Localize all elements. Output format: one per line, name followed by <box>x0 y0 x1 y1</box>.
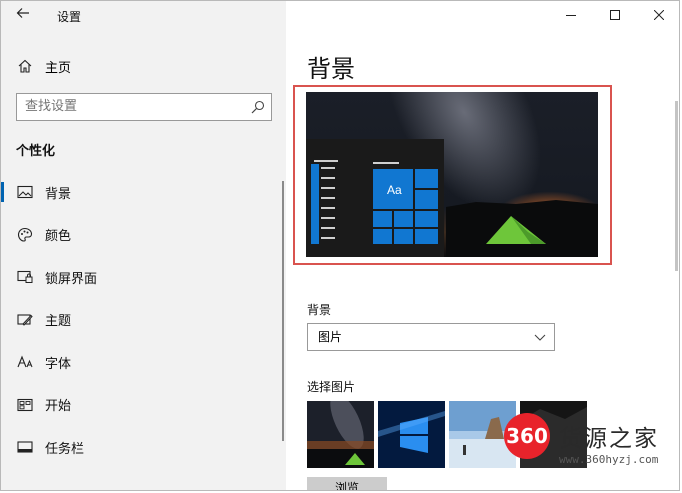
sidebar-item-label: 背景 <box>45 186 72 202</box>
close-button[interactable] <box>637 1 679 29</box>
theme-icon <box>17 312 33 328</box>
sidebar-item-color[interactable]: 颜色 <box>1 214 286 257</box>
search-box[interactable] <box>16 93 272 121</box>
maximize-icon <box>610 10 620 20</box>
nav-list: 背景 颜色 锁屏界面 主题 字体 开始 任务栏 <box>1 171 286 469</box>
sidebar: 设置 主页 个性化 背景 颜色 <box>1 1 286 490</box>
lock-screen-icon <box>17 269 33 285</box>
minimize-button[interactable] <box>549 1 593 29</box>
back-button[interactable] <box>11 5 35 25</box>
sidebar-item-label: 字体 <box>45 356 72 372</box>
watermark: 360 货源之家 www.360hyzj.com <box>499 413 679 469</box>
search-icon[interactable] <box>251 100 265 114</box>
thumbnail-galaxy-tent[interactable] <box>307 401 374 468</box>
main-scrollbar[interactable] <box>675 101 678 271</box>
palette-icon <box>17 227 33 243</box>
dropdown-value: 图片 <box>318 330 343 344</box>
sidebar-item-label: 颜色 <box>45 229 72 245</box>
taskbar-icon <box>17 439 33 455</box>
window-controls <box>549 1 679 29</box>
settings-window: 设置 主页 个性化 背景 颜色 <box>0 0 680 491</box>
home-label: 主页 <box>45 60 72 76</box>
choose-picture-label: 选择图片 <box>307 380 356 394</box>
chevron-down-icon <box>534 334 546 341</box>
maximize-button[interactable] <box>593 1 637 29</box>
sidebar-item-start[interactable]: 开始 <box>1 384 286 427</box>
sidebar-item-label: 任务栏 <box>45 441 85 457</box>
page-title: 背景 <box>307 55 355 83</box>
sidebar-item-taskbar[interactable]: 任务栏 <box>1 426 286 469</box>
sidebar-item-lock-screen[interactable]: 锁屏界面 <box>1 256 286 299</box>
home-nav-item[interactable]: 主页 <box>17 56 71 76</box>
preview-image: Aa <box>306 92 598 257</box>
back-arrow-icon <box>16 8 29 18</box>
section-title: 个性化 <box>16 144 56 159</box>
browse-button[interactable]: 浏览 <box>307 477 387 490</box>
start-icon <box>17 397 33 413</box>
preview-tile-text: Aa <box>387 183 402 197</box>
sidebar-item-background[interactable]: 背景 <box>1 171 286 214</box>
watermark-url: www.360hyzj.com <box>559 453 659 466</box>
watermark-logo: 360 <box>504 413 550 459</box>
sidebar-item-theme[interactable]: 主题 <box>1 299 286 342</box>
background-type-dropdown[interactable]: 图片 <box>307 323 555 351</box>
app-title: 设置 <box>57 10 82 24</box>
sidebar-item-font[interactable]: 字体 <box>1 341 286 384</box>
background-preview: Aa <box>306 92 598 257</box>
sidebar-item-label: 锁屏界面 <box>45 271 98 287</box>
thumbnail-windows-10-blue[interactable] <box>378 401 445 468</box>
sidebar-item-label: 主题 <box>45 314 72 330</box>
sidebar-scrollbar[interactable] <box>282 181 284 441</box>
sidebar-item-label: 开始 <box>45 399 72 415</box>
watermark-name: 货源之家 <box>559 426 659 452</box>
image-icon <box>17 184 33 200</box>
font-icon <box>17 354 33 370</box>
search-input[interactable] <box>25 94 245 120</box>
minimize-icon <box>566 15 576 16</box>
close-icon <box>654 10 664 20</box>
background-type-label: 背景 <box>307 303 332 317</box>
home-icon <box>17 58 33 74</box>
